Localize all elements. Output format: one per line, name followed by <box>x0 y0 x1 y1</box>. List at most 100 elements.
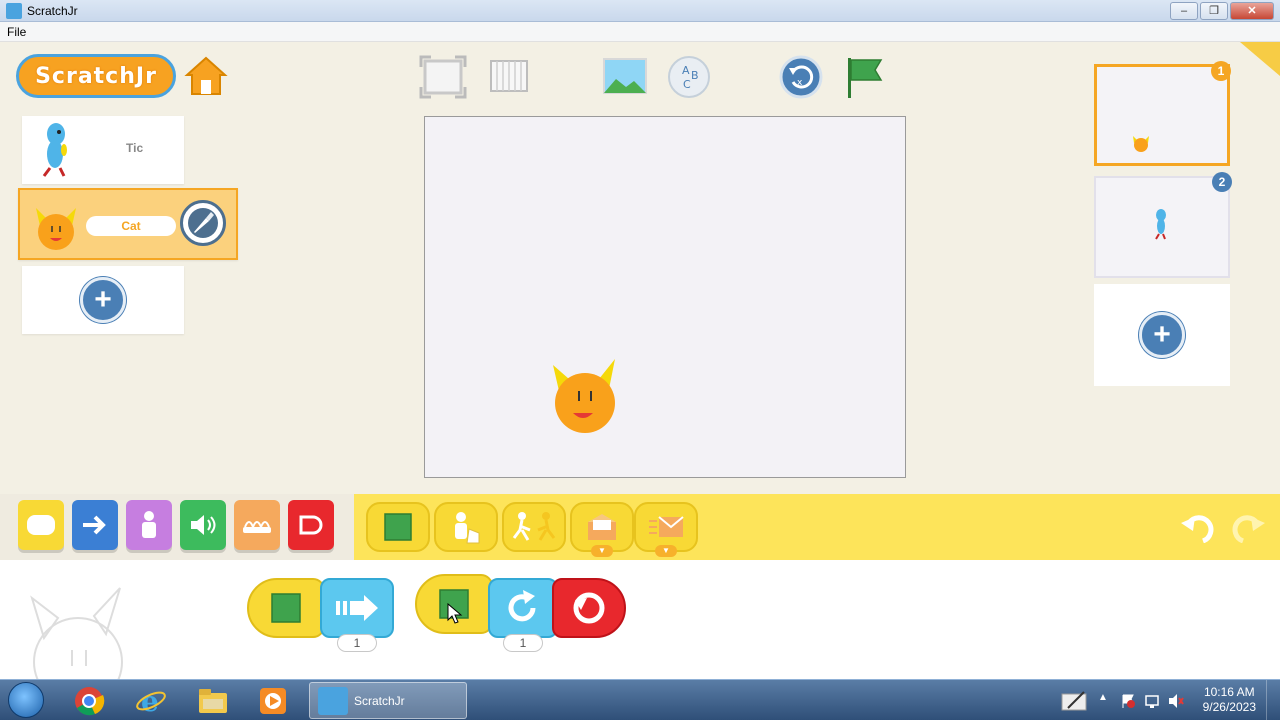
page-cat-preview <box>1133 136 1149 152</box>
script-area[interactable]: 1 1 <box>0 560 1280 688</box>
taskbar-media-player[interactable] <box>246 683 300 719</box>
home-icon <box>184 56 228 95</box>
background-button[interactable] <box>600 54 650 100</box>
script1-move-count[interactable]: 1 <box>337 634 377 652</box>
trigger-category-icon <box>27 515 55 535</box>
script2-turn-block[interactable]: 1 <box>488 578 558 652</box>
background-icon <box>603 58 647 94</box>
scratchjr-editor: ScratchJr A B C x Tic Cat + 1 2 + ▼ ▼ 1 … <box>0 42 1280 688</box>
category-end[interactable] <box>288 500 334 550</box>
folder-icon <box>199 689 227 713</box>
green-flag-icon <box>271 593 301 623</box>
sprite-card-tic[interactable]: Tic <box>22 116 184 184</box>
page-thumbnail-1[interactable]: 1 <box>1094 61 1231 166</box>
send-message-block[interactable]: ▼ <box>634 502 698 557</box>
page-thumbnail-2[interactable]: 2 <box>1094 172 1232 278</box>
start-button[interactable] <box>8 682 44 718</box>
end-icon <box>299 515 323 535</box>
send-color-dropdown[interactable]: ▼ <box>655 545 677 557</box>
start-on-green-flag-block[interactable] <box>366 502 430 552</box>
move-right-icon <box>336 595 378 621</box>
script2-repeat-forever-block[interactable] <box>552 578 626 638</box>
taskbar-clock[interactable]: 10:16 AM 9/26/2023 <box>1203 685 1256 715</box>
scratchjr-task-icon <box>318 687 348 715</box>
envelope-send-icon <box>649 516 684 537</box>
chrome-icon <box>75 687 105 716</box>
category-sound[interactable] <box>180 500 226 550</box>
abc-text-icon: A B C <box>668 56 710 98</box>
category-control[interactable] <box>234 500 280 550</box>
undo-icon <box>1181 515 1214 543</box>
reset-characters-button[interactable]: x <box>776 54 826 100</box>
undo-button[interactable] <box>1178 506 1218 546</box>
page-number-2: 2 <box>1212 172 1232 192</box>
home-button[interactable] <box>184 54 228 98</box>
clock-date: 9/26/2023 <box>1202 700 1256 714</box>
minimize-button[interactable]: – <box>1170 2 1198 20</box>
menu-file[interactable]: File <box>7 25 26 39</box>
window-controls: – ❐ ✕ <box>1170 2 1274 20</box>
action-center-flag-icon[interactable] <box>1120 693 1136 709</box>
sprite-card-cat[interactable]: Cat <box>18 188 238 260</box>
cat-character[interactable] <box>549 357 619 437</box>
script1-move-right-block[interactable]: 1 <box>320 578 394 652</box>
taskbar-scratchjr-task[interactable]: ScratchJr <box>309 682 467 719</box>
svg-text:x: x <box>797 78 803 88</box>
script2-turn-count[interactable]: 1 <box>503 634 543 652</box>
window-titlebar: ScratchJr – ❐ ✕ <box>0 0 1280 22</box>
green-flag-icon <box>384 513 412 541</box>
taskbar-file-explorer[interactable] <box>186 683 240 719</box>
category-motion[interactable] <box>72 500 118 550</box>
repeat-forever-icon <box>573 592 605 624</box>
grid-toggle-button[interactable] <box>484 54 534 100</box>
pen-input-icon[interactable] <box>1060 688 1090 714</box>
message-color-dropdown[interactable]: ▼ <box>591 545 613 557</box>
logo-text: ScratchJr <box>35 63 157 89</box>
plus-icon: + <box>94 283 112 316</box>
add-sprite-slot: + <box>22 266 184 334</box>
taskbar-chrome[interactable] <box>62 683 116 719</box>
taskbar-internet-explorer[interactable]: e <box>124 683 178 719</box>
tic-sprite-icon <box>42 123 67 177</box>
sprite-name-cat[interactable]: Cat <box>86 216 176 236</box>
fullscreen-button[interactable] <box>418 54 468 100</box>
category-triggering[interactable] <box>18 500 64 550</box>
volume-muted-icon[interactable] <box>1168 693 1184 709</box>
start-on-message-block[interactable]: ▼ <box>570 502 634 557</box>
network-icon[interactable] <box>1144 693 1160 709</box>
redo-button[interactable] <box>1228 506 1268 546</box>
show-hidden-icons-icon[interactable]: ▲ <box>1098 692 1108 703</box>
green-flag-run-button[interactable] <box>840 54 890 100</box>
windows-taskbar: e ScratchJr ▲ 10:16 AM 9/26/2023 <box>0 679 1280 720</box>
system-tray: ▲ 10:16 AM 9/26/2023 <box>1050 680 1280 720</box>
add-sprite-button[interactable]: + <box>80 277 126 323</box>
add-page-slot: + <box>1094 284 1230 386</box>
project-info-tab[interactable] <box>1240 42 1280 76</box>
stage[interactable] <box>424 116 906 478</box>
redo-icon <box>1232 515 1265 543</box>
scratchjr-logo: ScratchJr <box>16 54 176 98</box>
script1-green-flag-block[interactable] <box>247 578 325 638</box>
start-on-tap-block[interactable] <box>434 502 498 552</box>
cat-watermark-icon <box>30 587 123 688</box>
svg-text:B: B <box>691 69 699 82</box>
bump-icon <box>512 512 556 541</box>
page-number-1: 1 <box>1211 61 1231 81</box>
add-text-button[interactable]: A B C <box>664 54 714 100</box>
start-on-bump-block[interactable] <box>502 502 566 552</box>
sprite-name-tic: Tic <box>126 141 144 155</box>
maximize-button[interactable]: ❐ <box>1200 2 1228 20</box>
paint-editor-button[interactable] <box>180 200 226 246</box>
close-button[interactable]: ✕ <box>1230 2 1274 20</box>
show-desktop-button[interactable] <box>1266 680 1280 720</box>
category-looks[interactable] <box>126 500 172 550</box>
media-player-icon <box>260 688 286 714</box>
block-categories <box>0 494 354 560</box>
envelope-open-icon <box>588 514 616 540</box>
taskbar-task-label: ScratchJr <box>354 694 405 708</box>
svg-text:C: C <box>683 78 691 91</box>
clock-time: 10:16 AM <box>1203 685 1255 699</box>
control-icon <box>243 521 271 533</box>
add-page-button[interactable]: + <box>1139 312 1185 358</box>
tap-hand-icon <box>455 512 480 544</box>
